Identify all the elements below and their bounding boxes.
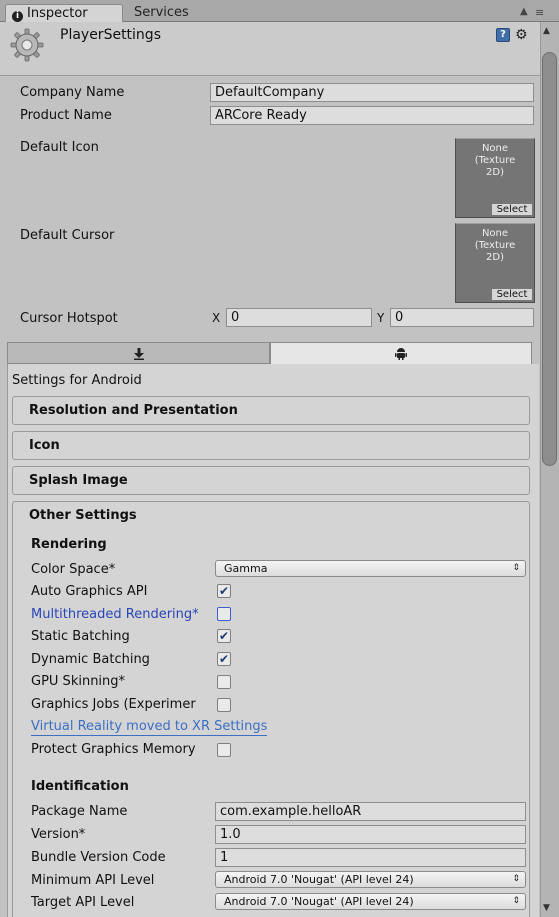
protect-graphics-memory-checkbox[interactable] [217, 743, 231, 757]
product-name-label: Product Name [20, 108, 112, 123]
tab-standalone-platform[interactable] [7, 342, 270, 364]
static-batching-label: Static Batching [31, 629, 130, 644]
multithreaded-rendering-label: Multithreaded Rendering* [31, 607, 199, 622]
scroll-up-arrow-icon[interactable]: ▲ [543, 26, 550, 36]
default-cursor-label: Default Cursor [20, 228, 115, 243]
bundle-version-code-field[interactable]: 1 [215, 848, 526, 867]
protect-graphics-memory-label: Protect Graphics Memory [31, 742, 196, 757]
default-icon-select-button[interactable]: Select [491, 203, 533, 216]
help-icon[interactable]: ? [496, 28, 510, 42]
foldout-splash-image[interactable]: Splash Image [12, 466, 530, 495]
android-icon [395, 348, 407, 360]
static-batching-checkbox[interactable]: ✔ [217, 629, 231, 643]
gpu-skinning-checkbox[interactable] [217, 675, 231, 689]
company-name-field[interactable]: DefaultCompany [210, 83, 534, 102]
dropdown-arrow-icon: ⇕ [512, 563, 520, 573]
default-cursor-select-button[interactable]: Select [491, 288, 533, 301]
lock-icon[interactable]: ▲ [520, 6, 528, 17]
foldout-resolution-and-presentation[interactable]: Resolution and Presentation [12, 396, 530, 425]
settings-gear-icon[interactable]: ⚙ [515, 27, 528, 43]
tab-menu-icon[interactable]: ≡ [535, 6, 544, 19]
foldout-other-settings[interactable]: Other Settings [29, 508, 137, 523]
dynamic-batching-label: Dynamic Batching [31, 652, 150, 667]
color-space-value: Gamma [224, 562, 268, 575]
default-icon-texture-slot[interactable]: None (Texture 2D) Select [455, 138, 535, 218]
color-space-label: Color Space* [31, 562, 116, 577]
tab-inspector[interactable]: i Inspector [5, 4, 123, 22]
default-cursor-texture-slot[interactable]: None (Texture 2D) Select [455, 223, 535, 303]
tab-services[interactable]: Services [128, 4, 218, 22]
download-icon [133, 348, 144, 360]
dropdown-arrow-icon: ⇕ [512, 874, 520, 884]
player-settings-gear-icon [10, 28, 44, 62]
xr-settings-link[interactable]: Virtual Reality moved to XR Settings [31, 719, 268, 736]
default-cursor-texture-text: None (Texture 2D) [474, 228, 516, 263]
minimum-api-level-value: Android 7.0 'Nougat' (API level 24) [224, 873, 414, 886]
hotspot-x-label: X [212, 311, 221, 325]
graphics-jobs-checkbox[interactable] [217, 698, 231, 712]
package-name-label: Package Name [31, 804, 128, 819]
multithreaded-rendering-checkbox[interactable] [217, 607, 231, 621]
bundle-version-code-label: Bundle Version Code [31, 850, 166, 865]
hotspot-y-label: Y [377, 311, 385, 325]
dropdown-arrow-icon: ⇕ [512, 896, 520, 906]
target-api-level-label: Target API Level [31, 895, 135, 910]
tab-android-platform[interactable] [270, 342, 532, 364]
tab-services-label: Services [134, 5, 189, 20]
scroll-down-arrow-icon[interactable]: ▼ [543, 903, 550, 913]
info-icon: i [12, 11, 23, 22]
page-title: PlayerSettings [60, 27, 161, 43]
tab-inspector-label: Inspector [27, 6, 88, 21]
company-name-label: Company Name [20, 85, 125, 100]
cursor-hotspot-label: Cursor Hotspot [20, 311, 118, 326]
version-label: Version* [31, 827, 86, 842]
auto-graphics-api-label: Auto Graphics API [31, 584, 148, 599]
hotspot-y-field[interactable]: 0 [390, 308, 534, 327]
target-api-level-dropdown[interactable]: Android 7.0 'Nougat' (API level 24) ⇕ [215, 893, 526, 910]
target-api-level-value: Android 7.0 'Nougat' (API level 24) [224, 895, 414, 908]
identification-header: Identification [31, 779, 129, 794]
default-icon-label: Default Icon [20, 140, 99, 155]
rendering-header: Rendering [31, 537, 107, 552]
settings-for-label: Settings for Android [12, 373, 142, 388]
foldout-icon[interactable]: Icon [12, 431, 530, 460]
minimum-api-level-dropdown[interactable]: Android 7.0 'Nougat' (API level 24) ⇕ [215, 871, 526, 888]
scroll-thumb[interactable] [542, 52, 557, 466]
package-name-field[interactable]: com.example.helloAR [215, 802, 526, 821]
dynamic-batching-checkbox[interactable]: ✔ [217, 652, 231, 666]
hotspot-x-field[interactable]: 0 [226, 308, 372, 327]
graphics-jobs-label: Graphics Jobs (Experimer [31, 697, 196, 712]
minimum-api-level-label: Minimum API Level [31, 873, 155, 888]
gpu-skinning-label: GPU Skinning* [31, 674, 126, 689]
color-space-dropdown[interactable]: Gamma ⇕ [215, 560, 526, 577]
auto-graphics-api-checkbox[interactable]: ✔ [217, 584, 231, 598]
version-field[interactable]: 1.0 [215, 825, 526, 844]
default-icon-texture-text: None (Texture 2D) [474, 143, 516, 178]
product-name-field[interactable]: ARCore Ready [210, 106, 534, 125]
